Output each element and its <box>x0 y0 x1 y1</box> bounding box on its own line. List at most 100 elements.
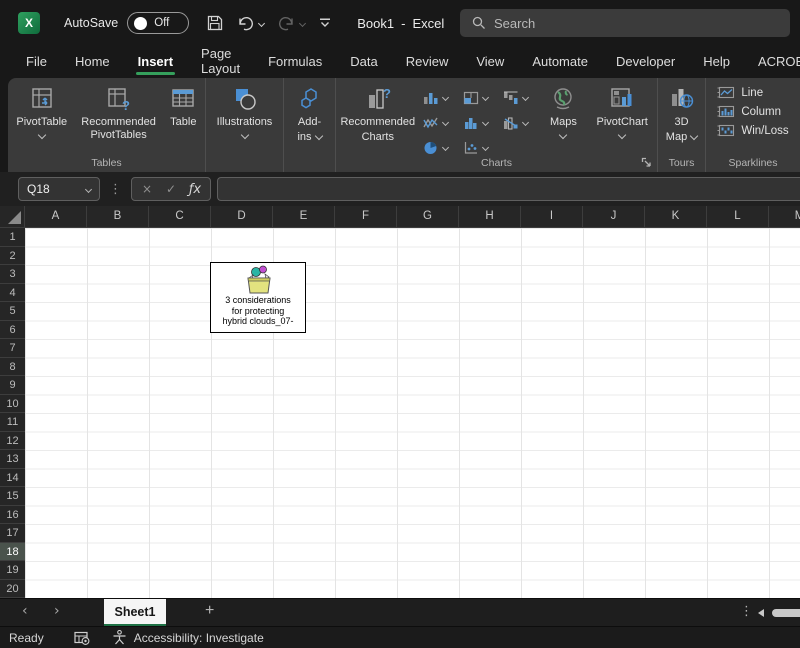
tab-view[interactable]: View <box>464 49 516 76</box>
column-headers: ABCDEFGHIJKLM <box>25 206 800 227</box>
recommended-charts-button[interactable]: ? Recommended Charts <box>336 83 420 146</box>
column-header-B[interactable]: B <box>87 206 149 227</box>
hscroll-left-arrow-icon[interactable] <box>758 609 764 617</box>
customize-qat-icon[interactable] <box>319 18 331 28</box>
column-header-I[interactable]: I <box>521 206 583 227</box>
cancel-button[interactable]: × <box>136 182 158 196</box>
row-header-7[interactable]: 7 <box>0 339 25 358</box>
illustrations-button[interactable]: Illustrations <box>210 83 280 141</box>
enter-button[interactable]: ✓ <box>160 182 182 196</box>
charts-dialog-launcher-icon[interactable] <box>641 157 652 168</box>
row-header-14[interactable]: 14 <box>0 469 25 487</box>
row-header-3[interactable]: 3 <box>0 265 25 284</box>
column-header-J[interactable]: J <box>583 206 645 227</box>
macro-record-button[interactable] <box>74 631 90 645</box>
column-header-F[interactable]: F <box>335 206 397 227</box>
tab-review[interactable]: Review <box>394 49 461 76</box>
recommended-pivottables-icon: ? <box>107 88 130 112</box>
row-header-4[interactable]: 4 <box>0 284 25 302</box>
doc-name: Book1 <box>357 15 395 31</box>
row-header-13[interactable]: 13 <box>0 450 25 469</box>
column-header-G[interactable]: G <box>397 206 459 227</box>
sheet-nav-right-icon[interactable]: › <box>54 603 60 619</box>
insert-waterfall-chart-button[interactable] <box>500 85 540 110</box>
pivotchart-button[interactable]: PivotChart <box>587 83 657 141</box>
sheetbar-kebab-icon[interactable]: ⋮ <box>740 604 753 619</box>
row-header-20[interactable]: 20 <box>0 580 25 598</box>
select-all-button[interactable] <box>0 206 25 227</box>
search-box[interactable]: Search <box>460 9 790 37</box>
row-header-2[interactable]: 2 <box>0 247 25 265</box>
tab-file[interactable]: File <box>14 49 59 76</box>
redo-button[interactable] <box>278 16 307 31</box>
row-header-5[interactable]: 5 <box>0 302 25 321</box>
sheet-tab-label: Sheet1 <box>114 604 156 619</box>
cells-area[interactable]: 3 considerations for protecting hybrid c… <box>25 228 800 598</box>
redo-dropdown-icon[interactable] <box>299 19 307 27</box>
pivottable-button[interactable]: PivotTable <box>8 83 76 141</box>
grid-body: 1 2 3 4 5 6 7 8 9 10 11 12 13 14 15 16 17 18 19 20 3 consid… <box>0 228 800 598</box>
sparkline-column-button[interactable]: Column <box>713 103 792 120</box>
tab-home[interactable]: Home <box>63 49 122 76</box>
name-box[interactable]: Q18 <box>18 177 100 201</box>
row-header-11[interactable]: 11 <box>0 413 25 432</box>
column-header-M[interactable]: M <box>769 206 800 227</box>
table-button[interactable]: Table <box>162 83 205 132</box>
3d-map-button[interactable]: 3D Map <box>660 83 704 146</box>
insert-column-chart-button[interactable] <box>420 85 460 110</box>
accessibility-button[interactable]: Accessibility: Investigate <box>112 630 264 645</box>
recommended-pivottables-label: Recommended PivotTables <box>81 116 156 141</box>
tab-acrobat[interactable]: ACROBAT <box>746 49 800 76</box>
row-header-12[interactable]: 12 <box>0 432 25 450</box>
save-icon[interactable] <box>207 15 223 31</box>
undo-dropdown-icon[interactable] <box>258 19 266 27</box>
column-header-A[interactable]: A <box>25 206 87 227</box>
row-header-1[interactable]: 1 <box>0 228 25 247</box>
accessibility-label: Accessibility: Investigate <box>133 630 264 645</box>
tab-help[interactable]: Help <box>691 49 742 76</box>
row-header-19[interactable]: 19 <box>0 561 25 580</box>
insert-histogram-chart-button[interactable] <box>460 110 500 135</box>
row-header-6[interactable]: 6 <box>0 321 25 339</box>
column-header-K[interactable]: K <box>645 206 707 227</box>
tab-data[interactable]: Data <box>338 49 389 76</box>
autosave-toggle[interactable]: Off <box>127 12 190 34</box>
column-header-C[interactable]: C <box>149 206 211 227</box>
tab-formulas[interactable]: Formulas <box>256 49 334 76</box>
tab-automate[interactable]: Automate <box>520 49 600 76</box>
excel-logo-icon[interactable]: X <box>18 12 40 34</box>
column-header-H[interactable]: H <box>459 206 521 227</box>
row-header-8[interactable]: 8 <box>0 358 25 376</box>
row-header-16[interactable]: 16 <box>0 506 25 524</box>
name-box-dropdown-icon[interactable] <box>84 185 93 193</box>
addins-button[interactable]: Add- ins <box>287 83 333 146</box>
hscroll-thumb[interactable] <box>772 609 800 617</box>
formula-bar-kebab-icon[interactable]: ⋮ <box>109 182 122 197</box>
tab-developer[interactable]: Developer <box>604 49 687 76</box>
undo-button[interactable] <box>237 16 266 31</box>
sheet-nav-left-icon[interactable]: ‹ <box>22 603 28 619</box>
insert-function-button[interactable]: ƒx <box>184 182 206 197</box>
row-header-15[interactable]: 15 <box>0 487 25 506</box>
pivotchart-icon <box>611 88 632 107</box>
insert-line-chart-button[interactable] <box>420 110 460 135</box>
embedded-object[interactable]: 3 considerations for protecting hybrid c… <box>210 262 306 333</box>
sheet-tab-sheet1[interactable]: Sheet1 <box>104 599 166 627</box>
insert-combo-chart-button[interactable] <box>500 110 540 135</box>
add-sheet-button[interactable]: + <box>205 602 214 620</box>
tab-page-layout[interactable]: Page Layout <box>189 41 252 83</box>
formula-input[interactable] <box>217 177 800 201</box>
sparkline-winloss-button[interactable]: Win/Loss <box>713 122 792 139</box>
sparkline-line-button[interactable]: Line <box>713 84 792 101</box>
tab-insert[interactable]: Insert <box>126 49 185 76</box>
maps-button[interactable]: Maps <box>540 83 588 141</box>
recommended-pivottables-button[interactable]: ? Recommended PivotTables <box>76 83 162 144</box>
row-header-9[interactable]: 9 <box>0 376 25 395</box>
row-header-17[interactable]: 17 <box>0 524 25 543</box>
row-header-18[interactable]: 18 <box>0 542 25 561</box>
row-header-10[interactable]: 10 <box>0 395 25 413</box>
column-header-D[interactable]: D <box>211 206 273 227</box>
insert-hierarchy-chart-button[interactable] <box>460 85 500 110</box>
column-header-E[interactable]: E <box>273 206 335 227</box>
column-header-L[interactable]: L <box>707 206 769 227</box>
